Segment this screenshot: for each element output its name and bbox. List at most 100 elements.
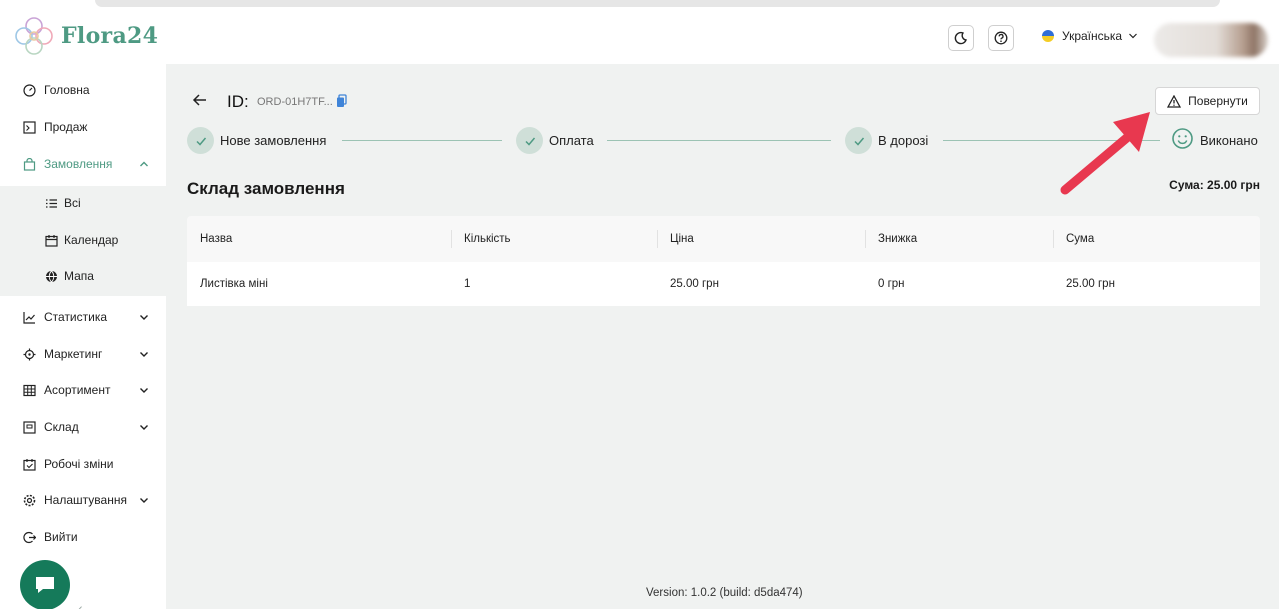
logout-icon bbox=[22, 530, 36, 544]
submenu-item-label: Мапа bbox=[64, 269, 94, 283]
column-divider bbox=[451, 230, 452, 248]
chevron-up-icon bbox=[140, 161, 148, 167]
chevron-down-icon bbox=[140, 352, 148, 357]
submenu-item-calendar[interactable]: Календар bbox=[0, 223, 166, 257]
return-button-label: Повернути bbox=[1188, 94, 1248, 108]
sidebar-item-marketing[interactable]: Маркетинг bbox=[0, 337, 166, 371]
sidebar-item-label: Головна bbox=[44, 83, 90, 97]
bag-icon bbox=[22, 157, 36, 171]
step-label: Нове замовлення bbox=[220, 133, 327, 148]
table-row[interactable]: Листівка міні 1 25.00 грн 0 грн 25.00 гр… bbox=[187, 262, 1260, 306]
submenu-item-label: Всі bbox=[64, 196, 81, 210]
submenu-item-all[interactable]: Всі bbox=[0, 186, 166, 220]
sidebar-item-shifts[interactable]: Робочі зміни bbox=[0, 447, 166, 481]
cell-sum: 25.00 грн bbox=[1066, 278, 1115, 290]
sidebar-item-label: Вийти bbox=[44, 530, 78, 544]
sidebar-item-label: Налаштування bbox=[44, 493, 127, 507]
column-header: Знижка bbox=[878, 233, 918, 245]
browser-address-pill bbox=[95, 0, 1220, 7]
chat-icon bbox=[36, 577, 54, 593]
sidebar-item-orders[interactable]: Замовлення bbox=[0, 147, 166, 181]
warning-icon bbox=[1167, 94, 1182, 108]
dashboard-icon bbox=[22, 83, 36, 97]
sidebar-item-logout[interactable]: Вийти bbox=[0, 520, 166, 554]
orders-submenu: Всі Календар Мапа bbox=[0, 186, 166, 296]
order-items-table: Назва Кількість Ціна Знижка Сума Листівк… bbox=[187, 216, 1260, 306]
pos-icon bbox=[22, 120, 36, 134]
cell-name: Листівка міні bbox=[200, 278, 268, 290]
chevron-down-icon bbox=[140, 498, 148, 503]
language-selector[interactable]: Українська bbox=[1042, 29, 1138, 43]
moon-icon bbox=[954, 31, 967, 45]
chevron-down-icon bbox=[1129, 33, 1138, 39]
theme-toggle-button[interactable] bbox=[948, 25, 974, 51]
cell-price: 25.00 грн bbox=[670, 278, 719, 290]
target-icon bbox=[22, 347, 36, 361]
app-logo[interactable]: Flora24 bbox=[12, 14, 158, 58]
sidebar-item-label: Статистика bbox=[44, 310, 108, 324]
column-divider bbox=[657, 230, 658, 248]
grid-icon bbox=[22, 383, 36, 397]
sidebar-item-statistics[interactable]: Статистика bbox=[0, 300, 166, 334]
submenu-item-label: Календар bbox=[64, 233, 119, 247]
step-new-order-status bbox=[187, 127, 214, 154]
browser-top-strip bbox=[0, 0, 1279, 9]
globe-icon bbox=[44, 269, 58, 283]
table-header: Назва Кількість Ціна Знижка Сума bbox=[187, 216, 1260, 262]
back-arrow-icon[interactable] bbox=[192, 92, 208, 108]
sidebar-item-settings[interactable]: Налаштування bbox=[0, 483, 166, 517]
step-label: В дорозі bbox=[878, 133, 929, 148]
step-label: Виконано bbox=[1200, 133, 1258, 148]
sidebar-item-home[interactable]: Головна bbox=[0, 73, 166, 107]
help-button[interactable] bbox=[988, 25, 1014, 51]
sidebar-item-label: Склад bbox=[44, 420, 79, 434]
sidebar: Головна Продаж Замовлення Всі Календар М… bbox=[0, 64, 166, 609]
chevron-down-icon bbox=[140, 388, 148, 393]
column-divider bbox=[1053, 230, 1054, 248]
copy-icon[interactable] bbox=[336, 94, 348, 108]
section-title: Склад замовлення bbox=[187, 179, 345, 198]
return-button[interactable]: Повернути bbox=[1155, 87, 1260, 115]
sidebar-item-label: Робочі зміни bbox=[44, 457, 114, 471]
sidebar-item-label: Продаж bbox=[44, 120, 88, 134]
step-connector bbox=[607, 140, 831, 141]
step-in-transit-status bbox=[845, 127, 872, 154]
column-header: Сума bbox=[1066, 233, 1095, 245]
chat-button[interactable] bbox=[20, 560, 70, 609]
app-title: Flora24 bbox=[61, 23, 159, 49]
chevron-down-icon bbox=[140, 315, 148, 320]
check-icon bbox=[853, 137, 864, 146]
column-divider bbox=[865, 230, 866, 248]
column-header: Назва bbox=[200, 233, 233, 245]
check-icon bbox=[195, 137, 206, 146]
submenu-item-map[interactable]: Мапа bbox=[0, 259, 166, 293]
collapse-sidebar-icon[interactable]: ‹ bbox=[78, 600, 83, 609]
column-header: Кількість bbox=[464, 233, 511, 245]
question-icon bbox=[994, 31, 1008, 45]
annotation-arrow-icon bbox=[1060, 112, 1150, 195]
version-info: Version: 1.0.2 (build: d5da474) bbox=[646, 587, 803, 599]
sidebar-item-assortment[interactable]: Асортимент bbox=[0, 373, 166, 407]
sidebar-item-label: Асортимент bbox=[44, 383, 111, 397]
chevron-down-icon bbox=[140, 425, 148, 430]
check-icon bbox=[524, 137, 535, 146]
user-avatar[interactable] bbox=[1154, 23, 1268, 57]
top-header: Flora24 Українська bbox=[0, 9, 1279, 64]
box-icon bbox=[22, 420, 36, 434]
calendar-icon bbox=[44, 233, 58, 247]
flower-logo-icon bbox=[15, 17, 53, 55]
sidebar-item-label: Замовлення bbox=[44, 157, 113, 171]
gear-icon bbox=[22, 493, 36, 507]
language-label: Українська bbox=[1062, 29, 1123, 43]
cell-discount: 0 грн bbox=[878, 278, 905, 290]
sidebar-item-warehouse[interactable]: Склад bbox=[0, 410, 166, 444]
step-payment-status bbox=[516, 127, 543, 154]
column-header: Ціна bbox=[670, 233, 694, 245]
step-label: Оплата bbox=[549, 133, 594, 148]
chart-icon bbox=[22, 310, 36, 324]
sidebar-item-sales[interactable]: Продаж bbox=[0, 110, 166, 144]
calendar-check-icon bbox=[22, 457, 36, 471]
order-id-value: ORD-01H7TF... bbox=[257, 96, 333, 108]
smile-icon bbox=[1172, 128, 1193, 149]
order-total: Сума: 25.00 грн bbox=[1169, 178, 1260, 192]
